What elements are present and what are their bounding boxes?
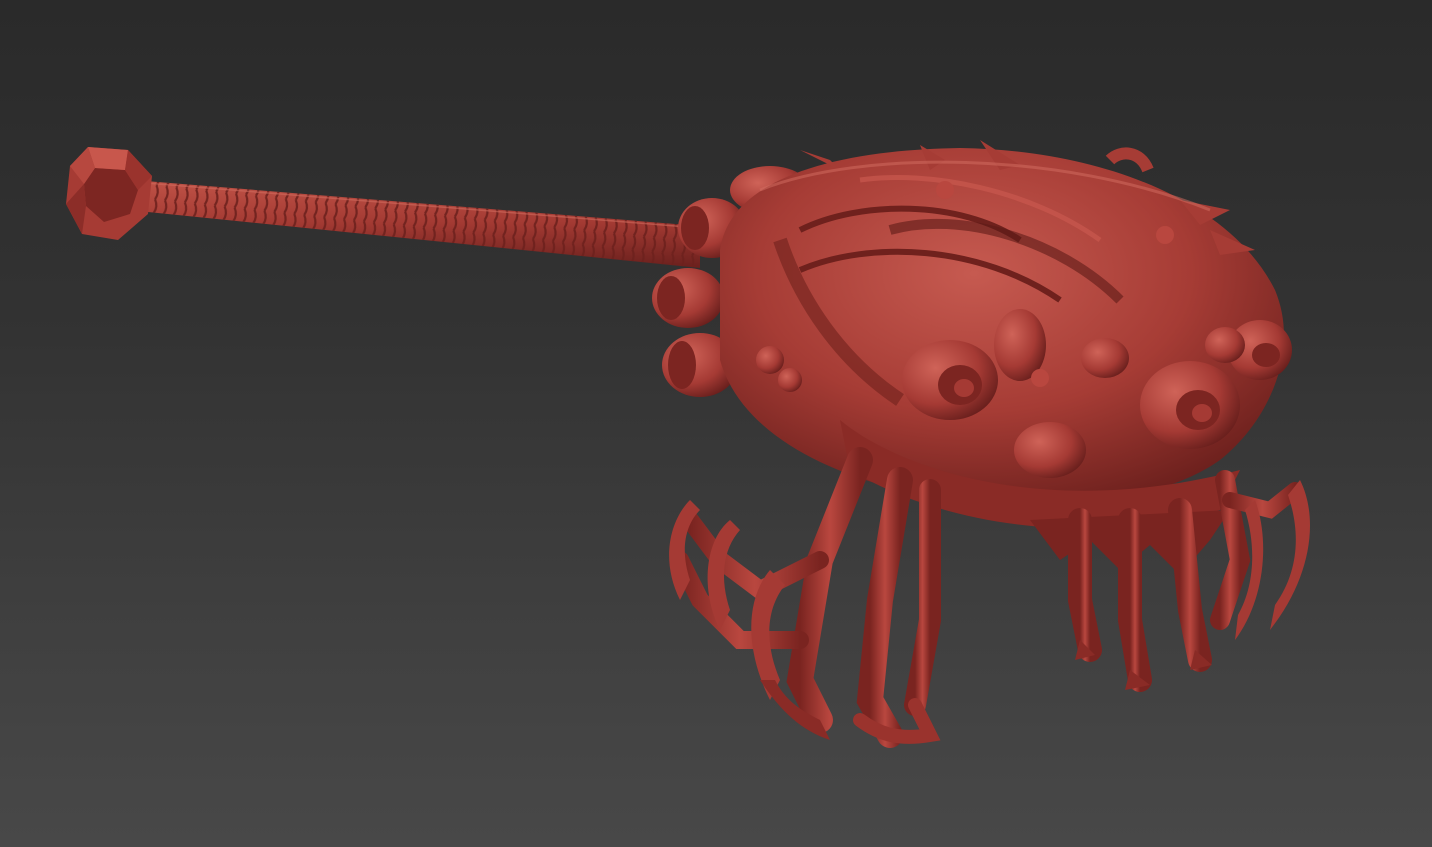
cannon-barrel [107,178,701,268]
3d-viewport[interactable] [0,0,1432,847]
model-render [66,140,1310,748]
barrel-gem-tip [66,147,152,240]
